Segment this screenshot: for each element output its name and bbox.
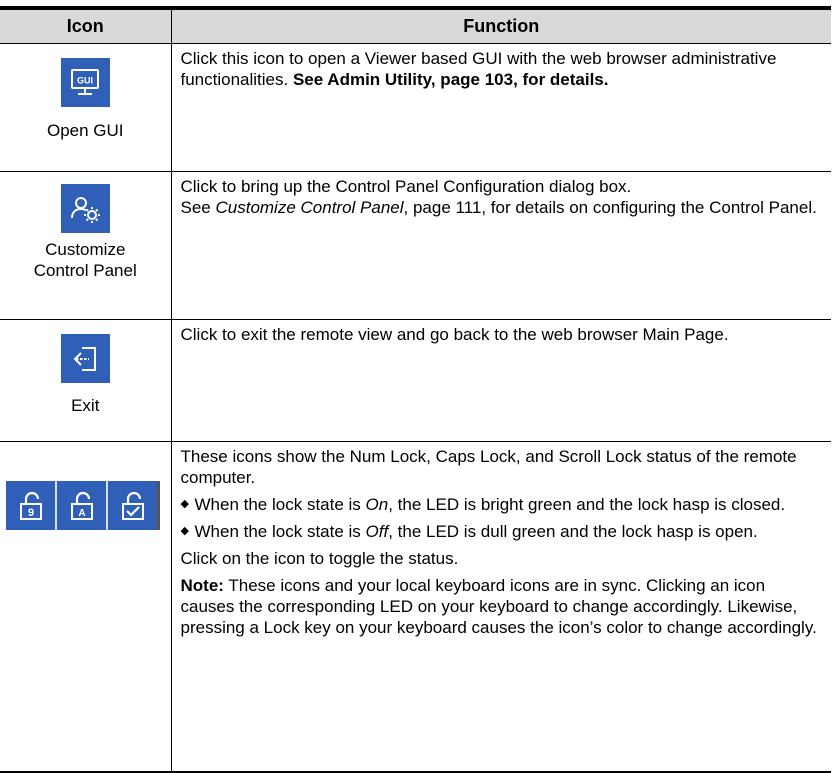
cross-reference-title: Customize Control Panel [215, 198, 404, 217]
description-line: Click to bring up the Control Panel Conf… [180, 177, 632, 196]
toggle-text: Click on the icon to toggle the status. [180, 549, 459, 568]
icon-cell: 9 A [0, 441, 172, 773]
table-row: GUI Open GUI Click this icon to open a V… [0, 43, 831, 172]
table-row: 9 A These icons show the Num Lock, Caps … [0, 441, 831, 773]
scroll-lock-icon[interactable] [108, 481, 160, 530]
svg-text:A: A [78, 508, 85, 519]
icon-caption: Exit [71, 396, 100, 415]
icon-caption: Customize Control Panel [33, 240, 137, 280]
gui-monitor-icon[interactable]: GUI [60, 58, 110, 107]
icon-cell: Exit [0, 319, 172, 442]
icon-cell: GUI Open GUI [0, 43, 172, 172]
user-gear-icon[interactable] [60, 184, 110, 233]
cross-reference: See Admin Utility, page 103, for details… [292, 70, 609, 89]
icon-function-table: Icon Function GUI Open GUI Click this ic… [0, 6, 831, 773]
header-function: Function [171, 6, 831, 44]
table-row: Exit Click to exit the remote view and g… [0, 319, 831, 442]
svg-text:GUI: GUI [77, 75, 93, 85]
description-cell: Click to bring up the Control Panel Conf… [171, 171, 831, 320]
lock-icons-group: 9 A [6, 481, 171, 530]
exit-icon[interactable] [60, 334, 110, 383]
table-row: Customize Control Panel Click to bring u… [0, 171, 831, 320]
description-text: Click this icon to open a Viewer based G… [180, 49, 777, 89]
diamond-bullet-icon: ◆ [180, 498, 189, 510]
bullet-item: ◆ When the lock state is Off, the LED is… [180, 522, 758, 541]
svg-text:9: 9 [27, 507, 33, 519]
diamond-bullet-icon: ◆ [180, 525, 189, 537]
icon-cell: Customize Control Panel [0, 171, 172, 320]
note-label: Note: [180, 576, 224, 595]
description-cell: Click to exit the remote view and go bac… [171, 319, 831, 442]
description-cell: Click this icon to open a Viewer based G… [171, 43, 831, 172]
num-lock-icon[interactable]: 9 [6, 481, 57, 530]
caps-lock-icon[interactable]: A [57, 481, 108, 530]
description-line: See Customize Control Panel, page 111, f… [180, 198, 817, 217]
bullet-item: ◆ When the lock state is On, the LED is … [180, 495, 786, 514]
description-text: Click to exit the remote view and go bac… [180, 325, 729, 344]
description-cell: These icons show the Num Lock, Caps Lock… [171, 441, 831, 773]
icon-caption: Open GUI [46, 121, 124, 140]
header-icon: Icon [0, 6, 172, 44]
description-intro: These icons show the Num Lock, Caps Lock… [180, 447, 797, 487]
table-header-row: Icon Function [0, 6, 831, 44]
note-text: Note: These icons and your local keyboar… [180, 576, 817, 637]
